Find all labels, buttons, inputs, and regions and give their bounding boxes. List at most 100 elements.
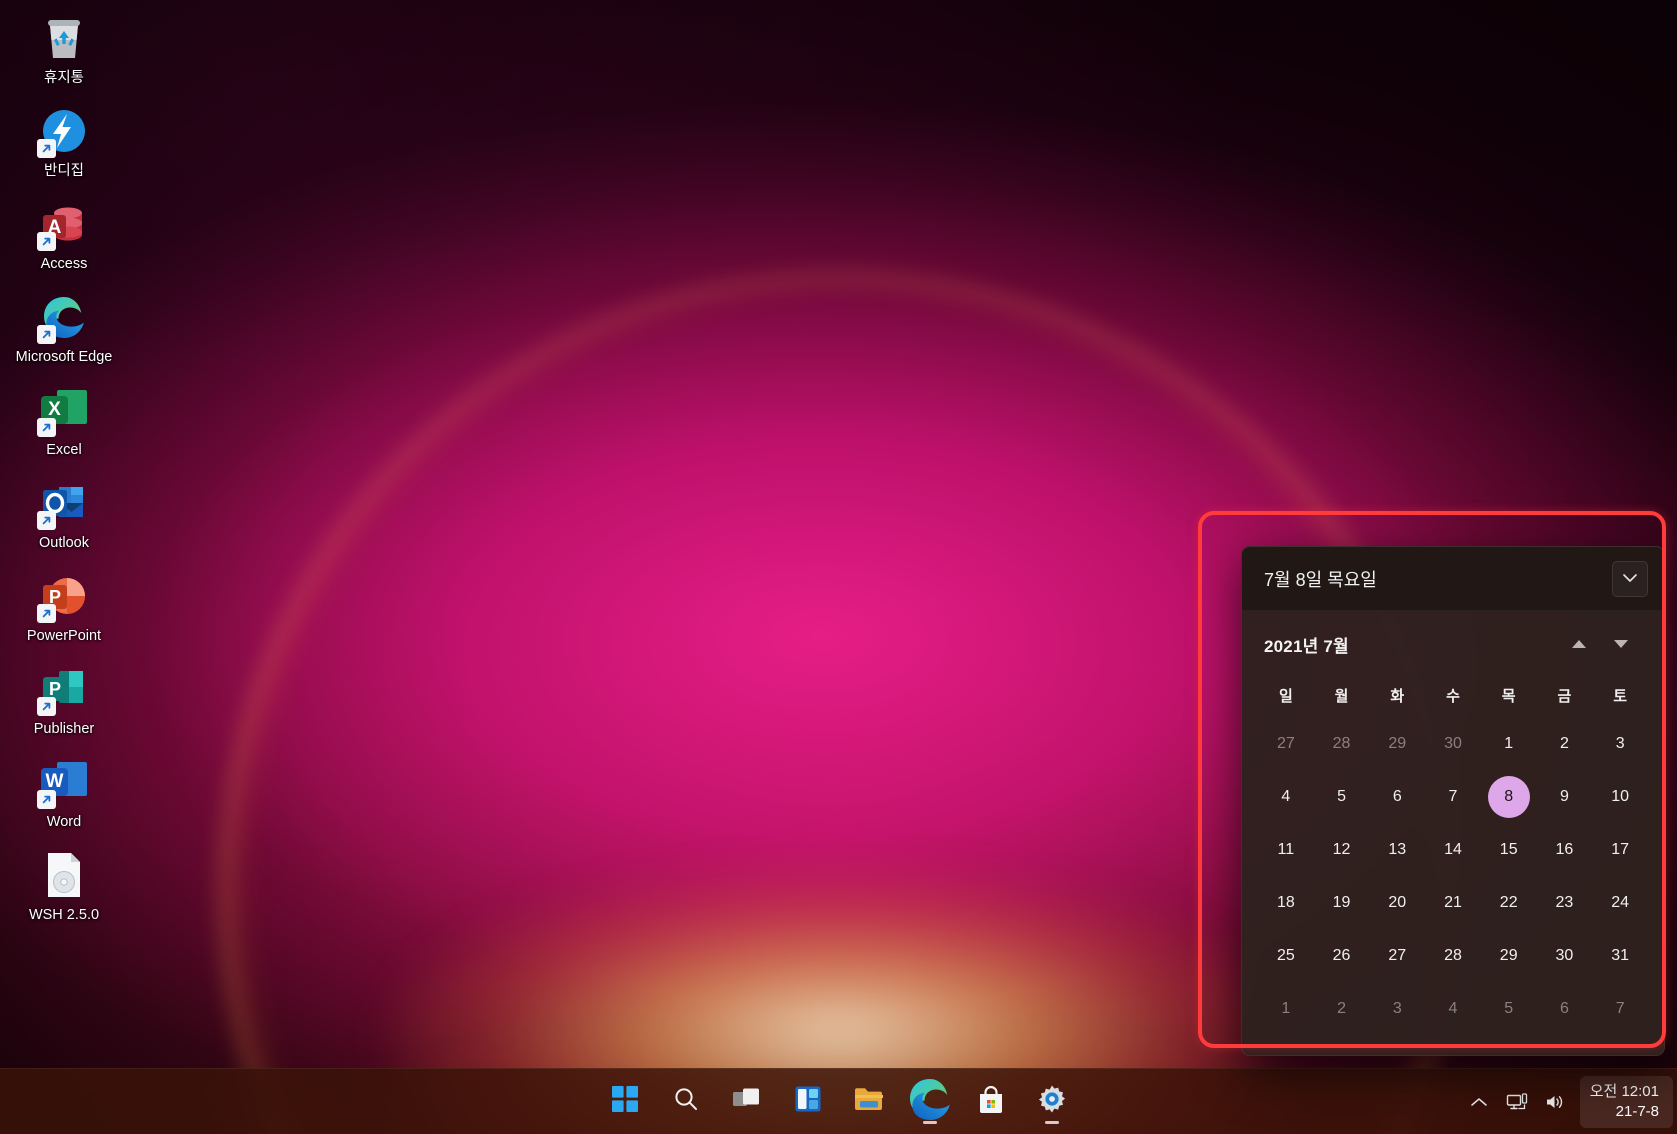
edge-button[interactable]	[906, 1078, 954, 1126]
calendar-day[interactable]: 24	[1592, 876, 1648, 929]
calendar-day-number: 10	[1611, 787, 1630, 805]
calendar-day[interactable]: 4	[1425, 982, 1481, 1035]
calendar-day[interactable]: 13	[1369, 823, 1425, 876]
calendar-day[interactable]: 27	[1258, 717, 1314, 770]
next-month-button[interactable]	[1600, 626, 1642, 662]
calendar-day[interactable]: 22	[1481, 876, 1537, 929]
search-button[interactable]	[662, 1078, 710, 1126]
desktop-icon-label: 반디집	[43, 163, 85, 179]
calendar-day[interactable]: 20	[1369, 876, 1425, 929]
gear-icon	[1038, 1085, 1066, 1118]
calendar-day[interactable]: 27	[1369, 929, 1425, 982]
desktop-icon-excel[interactable]: X Excel	[8, 378, 120, 463]
calendar-day[interactable]: 26	[1314, 929, 1370, 982]
calendar-day[interactable]: 2	[1314, 982, 1370, 1035]
desktop-icon-outlook[interactable]: Outlook	[8, 471, 120, 556]
calendar-day[interactable]: 9	[1537, 770, 1593, 823]
network-button[interactable]	[1500, 1082, 1534, 1122]
shortcut-arrow-icon	[37, 139, 56, 158]
calendar-day[interactable]: 6	[1537, 982, 1593, 1035]
calendar-day-number: 28	[1332, 734, 1351, 752]
calendar-day-number: 1	[1504, 734, 1514, 752]
desktop-icon-label: 휴지통	[43, 70, 85, 86]
tray-icon-group	[1454, 1076, 1580, 1128]
desktop-icon-powerpoint[interactable]: P PowerPoint	[8, 564, 120, 649]
calendar-day-number: 6	[1392, 787, 1402, 805]
shortcut-arrow-icon	[37, 697, 56, 716]
task-view-button[interactable]	[723, 1078, 771, 1126]
chevron-down-icon	[1623, 574, 1637, 582]
calendar-day[interactable]: 30	[1425, 717, 1481, 770]
calendar-day[interactable]: 11	[1258, 823, 1314, 876]
calendar-day[interactable]: 19	[1314, 876, 1370, 929]
network-icon	[1506, 1092, 1527, 1109]
calendar-day[interactable]: 7	[1425, 770, 1481, 823]
publisher-icon: P	[37, 663, 90, 716]
show-hidden-icons-button[interactable]	[1462, 1082, 1496, 1122]
calendar-day[interactable]: 18	[1258, 876, 1314, 929]
calendar-day-today[interactable]: 8	[1481, 770, 1537, 823]
calendar-day-number: 1	[1281, 999, 1291, 1017]
file-explorer-button[interactable]	[845, 1078, 893, 1126]
desktop-icon-bandizip[interactable]: 반디집	[8, 99, 120, 184]
calendar-day[interactable]: 2	[1537, 717, 1593, 770]
calendar-day-number: 29	[1499, 946, 1518, 964]
calendar-day[interactable]: 1	[1258, 982, 1314, 1035]
calendar-day[interactable]: 6	[1369, 770, 1425, 823]
clock-button[interactable]: 오전 12:01 21-7-8	[1579, 1075, 1673, 1128]
calendar-day[interactable]: 17	[1592, 823, 1648, 876]
calendar-day-number: 24	[1611, 893, 1630, 911]
bandizip-icon	[37, 105, 90, 158]
powerpoint-icon: P	[37, 570, 90, 623]
calendar-day-number: 3	[1392, 999, 1402, 1017]
calendar-day[interactable]: 5	[1314, 770, 1370, 823]
calendar-day[interactable]: 3	[1592, 717, 1648, 770]
calendar-day[interactable]: 16	[1537, 823, 1593, 876]
calendar-day[interactable]: 25	[1258, 929, 1314, 982]
calendar-day[interactable]: 21	[1425, 876, 1481, 929]
calendar-day-number: 2	[1559, 734, 1569, 752]
settings-button[interactable]	[1028, 1078, 1076, 1126]
desktop-icon-edge[interactable]: Microsoft Edge	[8, 285, 120, 370]
microsoft-store-button[interactable]	[967, 1078, 1015, 1126]
recycle-bin-icon	[38, 12, 90, 64]
widgets-button[interactable]	[784, 1078, 832, 1126]
calendar-day[interactable]: 28	[1425, 929, 1481, 982]
calendar-day[interactable]: 29	[1481, 929, 1537, 982]
day-of-week-header: 일	[1278, 687, 1293, 705]
desktop-screen: 휴지통반디집 A Access Microsoft Edge X Excel Outlook…	[0, 0, 1677, 1134]
calendar-day[interactable]: 23	[1537, 876, 1593, 929]
calendar-day[interactable]: 28	[1314, 717, 1370, 770]
calendar-day[interactable]: 12	[1314, 823, 1370, 876]
start-button[interactable]	[601, 1078, 649, 1126]
calendar-day[interactable]: 5	[1481, 982, 1537, 1035]
calendar-day[interactable]: 3	[1369, 982, 1425, 1035]
calendar-day[interactable]: 14	[1425, 823, 1481, 876]
calendar-day[interactable]: 31	[1592, 929, 1648, 982]
calendar-day[interactable]: 4	[1258, 770, 1314, 823]
calendar-day-number: 13	[1388, 840, 1407, 858]
shortcut-arrow-icon	[37, 511, 56, 530]
calendar-day[interactable]: 30	[1537, 929, 1593, 982]
desktop-icon-word[interactable]: W Word	[8, 750, 120, 835]
calendar-day-number: 16	[1555, 840, 1574, 858]
desktop-icon-disc-document[interactable]: WSH 2.5.0	[8, 843, 120, 928]
calendar-day[interactable]: 10	[1592, 770, 1648, 823]
collapse-button[interactable]	[1612, 560, 1648, 597]
calendar-day[interactable]: 7	[1592, 982, 1648, 1035]
previous-month-button[interactable]	[1558, 626, 1600, 662]
desktop-icon-label: Outlook	[39, 535, 89, 551]
calendar-day[interactable]: 29	[1369, 717, 1425, 770]
month-year-label[interactable]: 2021년 7월	[1264, 632, 1558, 657]
calendar-nav-row: 2021년 7월	[1258, 621, 1648, 667]
calendar-day[interactable]: 15	[1481, 823, 1537, 876]
volume-button[interactable]	[1538, 1082, 1572, 1122]
clock-time: 오전 12:01	[1589, 1082, 1659, 1100]
desktop-icon-access[interactable]: A Access	[8, 192, 120, 277]
calendar-day[interactable]: 1	[1481, 717, 1537, 770]
desktop-icon-publisher[interactable]: P Publisher	[8, 657, 120, 742]
calendar-day-number: 11	[1277, 840, 1295, 858]
desktop-icon-recycle-bin[interactable]: 휴지통	[8, 6, 120, 91]
calendar-day-number: 15	[1499, 840, 1518, 858]
shortcut-arrow-icon	[37, 232, 56, 251]
